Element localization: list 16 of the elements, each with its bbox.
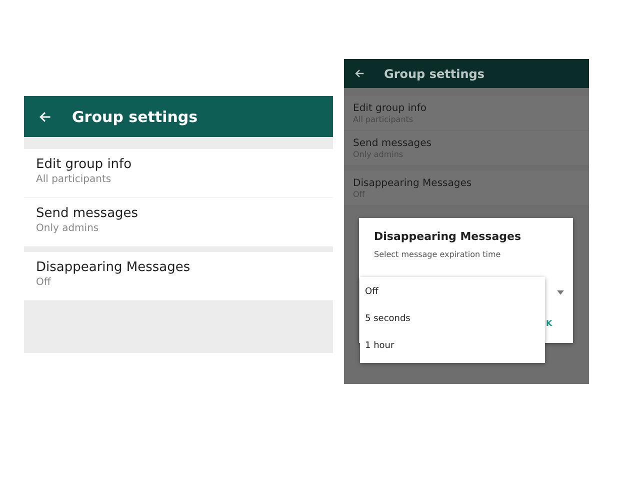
- menu-option[interactable]: 5 seconds: [360, 309, 545, 336]
- screen-title: Group settings: [384, 66, 484, 80]
- menu-option[interactable]: Off: [360, 282, 545, 309]
- menu-option[interactable]: 1 hour: [360, 336, 545, 363]
- screen-title: Group settings: [72, 108, 198, 126]
- back-arrow-icon[interactable]: [354, 68, 365, 79]
- ok-button[interactable]: K: [546, 319, 552, 328]
- dialog-title: Disappearing Messages: [374, 230, 522, 243]
- setting-value: Off: [36, 277, 52, 288]
- setting-value: Only admins: [36, 223, 100, 234]
- setting-title[interactable]: Disappearing Messages: [36, 260, 321, 275]
- dropdown-caret-icon[interactable]: [557, 290, 564, 295]
- setting-title[interactable]: Edit group info: [36, 157, 321, 172]
- setting-title[interactable]: Send messages: [36, 206, 321, 221]
- setting-value: All participants: [36, 174, 112, 185]
- dialog-subtitle: Select message expiration time: [374, 250, 501, 259]
